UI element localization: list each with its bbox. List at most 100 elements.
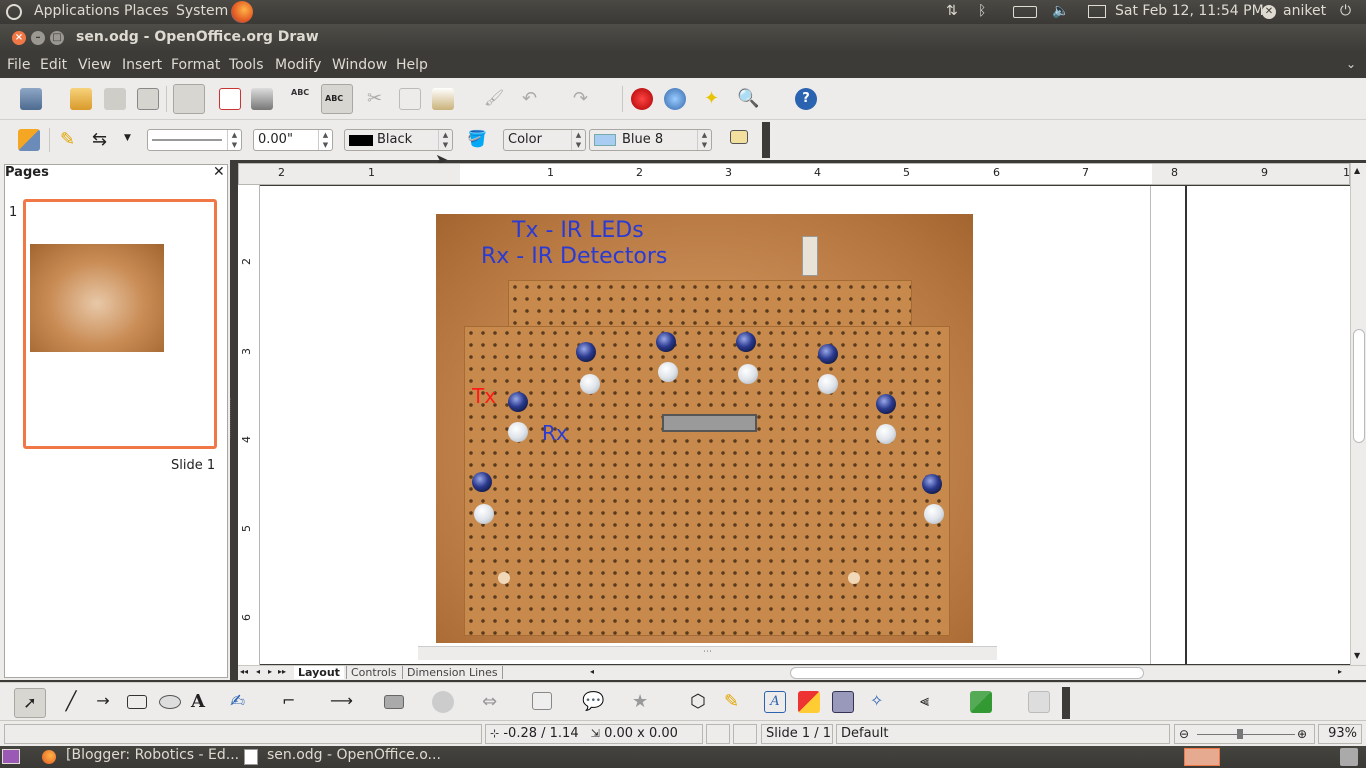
- zoom-in-icon[interactable]: ⊕: [1297, 725, 1307, 743]
- user-status-icon[interactable]: ✕: [1262, 5, 1276, 19]
- align-icon[interactable]: ⫷: [920, 691, 942, 713]
- network-icon[interactable]: ⇅: [946, 3, 958, 19]
- navigator-icon[interactable]: [664, 88, 686, 110]
- last-tab-icon[interactable]: ▸▸: [278, 667, 286, 676]
- arrow-style-icon[interactable]: ⇆: [92, 129, 114, 151]
- volume-icon[interactable]: 🔈: [1052, 3, 1069, 19]
- clock[interactable]: Sat Feb 12, 11:54 PM: [1115, 3, 1264, 19]
- lines-arrows-icon[interactable]: ⟶: [330, 691, 353, 713]
- paste-icon[interactable]: [432, 88, 454, 110]
- trash-icon[interactable]: [1340, 748, 1358, 766]
- mail-icon[interactable]: [1088, 5, 1106, 18]
- bluetooth-icon[interactable]: ᛒ: [978, 3, 986, 19]
- fill-bucket-icon[interactable]: 🪣: [467, 129, 489, 151]
- arrow-line-icon[interactable]: →: [92, 691, 114, 713]
- battery-icon[interactable]: [1013, 6, 1037, 18]
- scroll-down-icon[interactable]: ▼: [1354, 651, 1360, 660]
- vertical-ruler[interactable]: 2 3 4 5 6: [238, 185, 260, 665]
- edit-file-icon[interactable]: [173, 84, 205, 114]
- firefox-icon[interactable]: [231, 1, 253, 23]
- zoom-thumb[interactable]: [1237, 729, 1243, 739]
- line-icon[interactable]: ✎: [60, 129, 82, 151]
- prev-tab-icon[interactable]: ◂: [256, 667, 260, 676]
- extrusion-icon[interactable]: [832, 691, 854, 713]
- text-tool-icon[interactable]: A: [191, 691, 213, 713]
- cut-icon[interactable]: ✂: [367, 88, 389, 110]
- hscroll-left-icon[interactable]: ◂: [590, 667, 594, 676]
- zoom-slider[interactable]: ⊖ ⊕: [1174, 724, 1315, 744]
- next-tab-icon[interactable]: ▸: [268, 667, 272, 676]
- email-icon[interactable]: [137, 88, 159, 110]
- group-icon[interactable]: [1028, 691, 1050, 713]
- callouts-icon[interactable]: 💬: [582, 691, 604, 713]
- taskbar-item-draw[interactable]: sen.odg - OpenOffice.o...: [267, 747, 441, 763]
- curve-icon[interactable]: ✍: [230, 691, 252, 713]
- chevron-down-icon[interactable]: ⌄: [1346, 57, 1356, 71]
- tab-dimension-lines[interactable]: Dimension Lines: [402, 666, 503, 679]
- workspace-indicator[interactable]: [1184, 748, 1220, 766]
- points-icon[interactable]: ⬡: [690, 691, 712, 713]
- system-menu[interactable]: System: [176, 3, 228, 19]
- fontwork-icon[interactable]: A: [764, 691, 786, 713]
- rectangle-icon[interactable]: [127, 695, 147, 709]
- vertical-scrollbar[interactable]: ▲ ▼: [1350, 163, 1366, 665]
- line-color-select[interactable]: Black ▲ ▼: [344, 129, 453, 151]
- glue-points-icon[interactable]: ✎: [724, 691, 746, 713]
- line-style-select[interactable]: ▲ ▼: [147, 129, 242, 151]
- fill-color-select[interactable]: Blue 8 ▲ ▼: [589, 129, 712, 151]
- zoom-out-icon[interactable]: ⊖: [1179, 725, 1189, 743]
- menu-tools[interactable]: Tools: [229, 57, 264, 73]
- help-icon[interactable]: ?: [795, 88, 817, 110]
- ubuntu-logo-icon[interactable]: [6, 4, 22, 20]
- print-icon[interactable]: [251, 88, 273, 110]
- effects-icon[interactable]: ✧: [870, 691, 892, 713]
- menu-file[interactable]: File: [7, 57, 30, 73]
- symbol-shapes-icon[interactable]: [432, 691, 454, 713]
- hscroll-right-icon[interactable]: ▸: [1338, 667, 1342, 676]
- redo-icon[interactable]: ↷: [573, 88, 595, 110]
- menu-insert[interactable]: Insert: [122, 57, 162, 73]
- auto-spellcheck-icon[interactable]: ABC: [321, 84, 353, 114]
- places-menu[interactable]: Places: [124, 3, 169, 19]
- arrange-icon[interactable]: [970, 691, 992, 713]
- first-tab-icon[interactable]: ◂◂: [240, 667, 248, 676]
- zoom-level[interactable]: 93%: [1318, 724, 1362, 744]
- save-icon[interactable]: [104, 88, 126, 110]
- undo-icon[interactable]: ↶: [522, 88, 544, 110]
- area-style-icon[interactable]: [18, 129, 40, 151]
- scroll-thumb[interactable]: [1353, 329, 1365, 443]
- stars-icon[interactable]: ★: [632, 691, 654, 713]
- close-window-button[interactable]: ×: [12, 31, 26, 45]
- minimize-window-button[interactable]: –: [31, 31, 45, 45]
- line-width-field[interactable]: 0.00" ▲ ▼: [253, 129, 333, 151]
- power-icon[interactable]: ⏻: [1340, 3, 1351, 19]
- new-document-icon[interactable]: [20, 88, 42, 110]
- ellipse-icon[interactable]: [159, 695, 181, 709]
- spellcheck-icon[interactable]: ABC: [291, 88, 313, 110]
- applications-menu[interactable]: Applications: [34, 3, 120, 19]
- menu-window[interactable]: Window: [332, 57, 387, 73]
- taskbar-item-browser[interactable]: [Blogger: Robotics - Ed...: [66, 747, 239, 763]
- menu-edit[interactable]: Edit: [40, 57, 67, 73]
- doc-modified[interactable]: [733, 724, 757, 744]
- menu-view[interactable]: View: [78, 57, 111, 73]
- open-folder-icon[interactable]: [70, 88, 92, 110]
- close-panel-icon[interactable]: ✕: [213, 164, 225, 180]
- maximize-window-button[interactable]: □: [50, 31, 64, 45]
- menu-format[interactable]: Format: [171, 57, 220, 73]
- menu-help[interactable]: Help: [396, 57, 428, 73]
- show-desktop-icon[interactable]: [2, 749, 20, 764]
- user-menu[interactable]: aniket: [1283, 3, 1326, 19]
- panel-splitter[interactable]: [230, 398, 234, 438]
- connector-icon[interactable]: ⌐: [282, 691, 304, 713]
- chart-icon[interactable]: [631, 88, 653, 110]
- shadow-icon[interactable]: [730, 130, 748, 144]
- basic-shapes-icon[interactable]: [384, 695, 404, 709]
- tab-layout[interactable]: Layout: [294, 666, 344, 679]
- dropdown-arrow-icon[interactable]: ▼: [124, 133, 131, 143]
- insert-image-icon[interactable]: [798, 691, 820, 713]
- select-icon[interactable]: ➚: [14, 688, 46, 718]
- export-pdf-icon[interactable]: [219, 88, 241, 110]
- block-arrows-icon[interactable]: ⇔: [482, 691, 504, 713]
- embedded-photo[interactable]: Tx - IR LEDs Rx - IR Detectors Tx Rx: [436, 214, 973, 643]
